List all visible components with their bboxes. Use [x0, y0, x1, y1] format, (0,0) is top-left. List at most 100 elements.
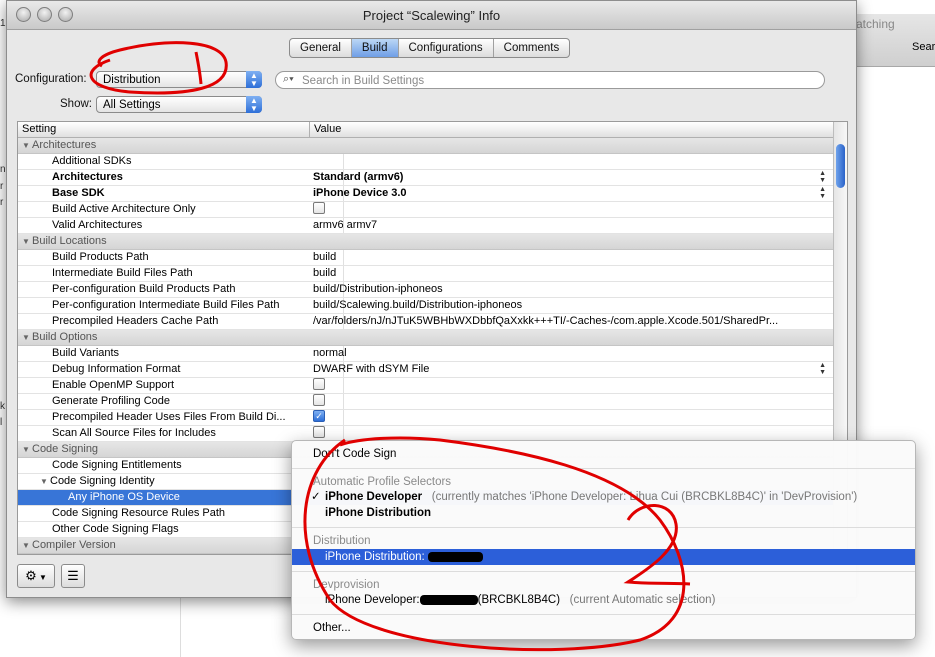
background-divider: [180, 596, 181, 657]
setting-name: Debug Information Format: [52, 363, 181, 375]
disclosure-triangle-icon[interactable]: ▼: [22, 538, 32, 553]
menu-item-note: (currently matches 'iPhone Developer: Li…: [431, 491, 858, 503]
menu-item-dont-code-sign[interactable]: Don't Code Sign: [292, 446, 915, 462]
menu-header-automatic: Automatic Profile Selectors: [313, 476, 452, 488]
table-row[interactable]: Additional SDKs: [18, 154, 833, 170]
setting-value-text: build/Distribution-iphoneos: [313, 283, 443, 295]
table-group-row[interactable]: ▼ Build Locations: [18, 234, 833, 250]
background-glyph: n: [0, 164, 6, 175]
table-row[interactable]: Enable OpenMP Support: [18, 378, 833, 394]
checkbox[interactable]: [313, 394, 325, 407]
column-header-value[interactable]: Value: [314, 123, 341, 135]
setting-value-text: iPhone Device 3.0: [313, 187, 407, 199]
menu-item-developer-identity[interactable]: iPhone Developer: (BRCBKL8B4C) (current A…: [292, 592, 915, 608]
tab-general[interactable]: General: [290, 39, 352, 57]
setting-value[interactable]: build: [313, 250, 828, 265]
table-row[interactable]: Generate Profiling Code: [18, 394, 833, 410]
setting-value[interactable]: [313, 154, 828, 169]
menu-separator: [292, 468, 915, 469]
table-group-row[interactable]: ▼ Architectures: [18, 138, 833, 154]
redacted-name: [419, 594, 478, 605]
menu-item-iphone-distribution[interactable]: iPhone Distribution: [292, 505, 915, 521]
setting-value[interactable]: iPhone Device 3.0 ▲ ▼: [313, 186, 828, 201]
setting-name: Code Signing: [32, 443, 99, 455]
build-settings-search[interactable]: ⌕▾: [275, 71, 825, 89]
setting-name: Generate Profiling Code: [52, 395, 171, 407]
disclosure-triangle-icon[interactable]: ▼: [22, 330, 32, 345]
disclosure-triangle-icon[interactable]: ▼: [22, 138, 32, 153]
setting-value[interactable]: build: [313, 266, 828, 281]
configuration-value: Distribution: [103, 74, 161, 86]
tab-comments[interactable]: Comments: [494, 39, 570, 57]
setting-value-text: /var/folders/nJ/nJTuK5WBHbWXDbbfQaXxkk++…: [313, 315, 779, 327]
configuration-popup[interactable]: Distribution ▲ ▼: [96, 71, 262, 88]
table-row[interactable]: Build Active Architecture Only: [18, 202, 833, 218]
gear-icon: ⚙: [25, 568, 37, 583]
menu-separator: [292, 527, 915, 528]
menu-item-iphone-developer[interactable]: ✓ iPhone Developer (currently matches 'i…: [292, 489, 915, 505]
setting-value[interactable]: armv6 armv7: [313, 218, 828, 233]
search-icon: ⌕▾: [283, 73, 294, 85]
setting-value[interactable]: /var/folders/nJ/nJTuK5WBHbWXDbbfQaXxkk++…: [313, 314, 828, 329]
checkbox[interactable]: [313, 426, 325, 439]
setting-name: Precompiled Header Uses Files From Build…: [52, 411, 286, 423]
background-glyph: 1: [0, 18, 6, 29]
setting-name: Other Code Signing Flags: [52, 523, 179, 535]
checkbox[interactable]: ✓: [313, 410, 325, 423]
setting-value[interactable]: [313, 202, 828, 217]
table-group-row[interactable]: ▼ Build Options: [18, 330, 833, 346]
popup-stepper-icon[interactable]: ▲ ▼: [819, 186, 826, 200]
action-menu-button[interactable]: ⚙ ▼: [17, 564, 55, 588]
tab-build[interactable]: Build: [351, 39, 399, 57]
setting-value[interactable]: build/Scalewing.build/Distribution-iphon…: [313, 298, 828, 313]
setting-name: Build Locations: [32, 235, 107, 247]
tab-configurations[interactable]: Configurations: [399, 39, 494, 57]
code-signing-identity-menu: Don't Code Sign Automatic Profile Select…: [291, 440, 916, 640]
table-row[interactable]: Per-configuration Build Products Path bui…: [18, 282, 833, 298]
menu-item-distribution-identity[interactable]: iPhone Distribution:: [292, 549, 915, 565]
setting-name: Additional SDKs: [52, 155, 132, 167]
disclosure-triangle-icon[interactable]: ▼: [22, 234, 32, 249]
setting-value[interactable]: [313, 394, 828, 409]
popup-stepper-icon[interactable]: ▲ ▼: [819, 170, 826, 184]
setting-value[interactable]: build/Distribution-iphoneos: [313, 282, 828, 297]
column-divider: [309, 122, 310, 137]
disclosure-triangle-icon[interactable]: ▼: [40, 474, 50, 489]
setting-name: Per-configuration Build Products Path: [52, 283, 236, 295]
menu-separator: [292, 614, 915, 615]
setting-value[interactable]: [313, 378, 828, 393]
menu-item-other[interactable]: Other...: [292, 620, 915, 636]
table-row[interactable]: Intermediate Build Files Path build: [18, 266, 833, 282]
table-row[interactable]: Per-configuration Intermediate Build Fil…: [18, 298, 833, 314]
scrollbar-thumb[interactable]: [836, 144, 845, 188]
table-row[interactable]: Architectures Standard (armv6) ▲ ▼: [18, 170, 833, 186]
title-bar[interactable]: Project “Scalewing” Info: [7, 1, 856, 30]
column-header-setting[interactable]: Setting: [22, 123, 56, 135]
setting-value[interactable]: [313, 426, 828, 441]
setting-value[interactable]: normal: [313, 346, 828, 361]
disclosure-triangle-icon[interactable]: ▼: [22, 442, 32, 457]
table-row[interactable]: Precompiled Headers Cache Path/var/folde…: [18, 314, 833, 330]
setting-value[interactable]: DWARF with dSYM File ▲ ▼: [313, 362, 828, 377]
background-search-text: atching: [856, 17, 895, 31]
table-row[interactable]: Precompiled Header Uses Files From Build…: [18, 410, 833, 426]
menu-header-devprovision: Devprovision: [313, 579, 380, 591]
table-row[interactable]: Base SDK iPhone Device 3.0 ▲ ▼: [18, 186, 833, 202]
table-row[interactable]: Build Products Path build: [18, 250, 833, 266]
table-row[interactable]: Build Variants normal: [18, 346, 833, 362]
checkbox[interactable]: [313, 378, 325, 391]
table-row[interactable]: Valid Architectures armv6 armv7: [18, 218, 833, 234]
setting-value[interactable]: Standard (armv6) ▲ ▼: [313, 170, 828, 185]
setting-value[interactable]: ✓: [313, 410, 828, 425]
background-glyph: r: [0, 197, 4, 208]
show-popup[interactable]: All Settings ▲ ▼: [96, 96, 262, 113]
table-row[interactable]: Debug Information Format DWARF with dSYM …: [18, 362, 833, 378]
checkbox[interactable]: [313, 202, 325, 215]
setting-name: Valid Architectures: [52, 219, 143, 231]
setting-name: Compiler Version: [32, 539, 116, 551]
info-list-button[interactable]: ☰: [61, 564, 85, 588]
checkmark-icon: ✓: [311, 491, 321, 503]
popup-stepper-icon[interactable]: ▲ ▼: [819, 362, 826, 376]
background-search-label: Sear: [912, 41, 935, 53]
search-input[interactable]: [300, 73, 804, 89]
